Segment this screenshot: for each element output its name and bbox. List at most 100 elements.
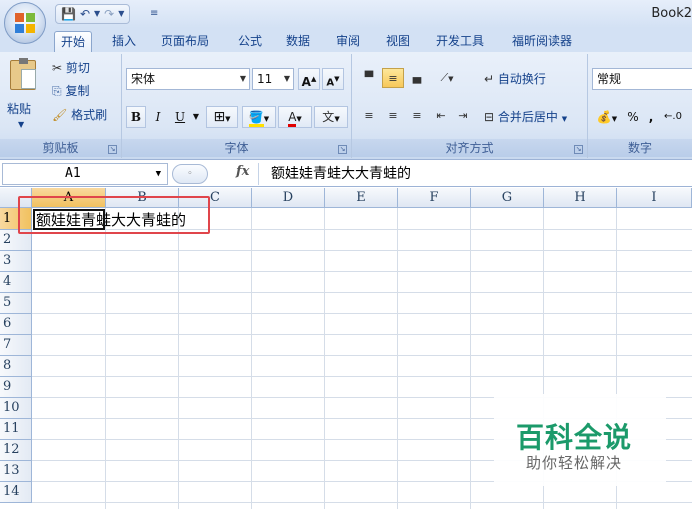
align-bottom-icon[interactable]: ▄	[406, 68, 428, 88]
scissors-icon: ✂	[52, 61, 63, 75]
save-icon[interactable]: 💾	[61, 5, 76, 23]
row-header-11[interactable]: 11	[0, 419, 32, 440]
row-header-4[interactable]: 4	[0, 272, 32, 293]
tab-view[interactable]: 视图	[380, 31, 416, 52]
phonetic-button[interactable]: 文▼	[314, 106, 348, 128]
chevron-down-icon[interactable]: ▼	[156, 164, 161, 184]
tab-review[interactable]: 审阅	[330, 31, 366, 52]
office-button[interactable]	[4, 2, 46, 44]
borders-button[interactable]: ⊞▼	[206, 106, 238, 128]
comma-style-button[interactable]: ,	[644, 106, 658, 128]
bold-button[interactable]: B	[126, 106, 146, 128]
text-orientation-icon[interactable]: ⟋▼	[432, 68, 462, 88]
tab-insert[interactable]: 插入	[106, 31, 142, 52]
customize-toolbar-icon[interactable]: ≡	[150, 5, 158, 23]
dialog-launcher-icon[interactable]: ↘	[338, 145, 347, 154]
dialog-launcher-icon[interactable]: ↘	[108, 145, 117, 154]
font-color-button[interactable]: A▼	[278, 106, 312, 128]
tab-page-layout[interactable]: 页面布局	[155, 31, 215, 52]
paste-button[interactable]: 粘贴 ▼	[6, 58, 42, 129]
chevron-down-icon[interactable]: ▼	[190, 106, 202, 128]
tab-home[interactable]: 开始	[54, 31, 93, 52]
decrease-indent-icon[interactable]: ⇤	[430, 106, 452, 126]
row-header-6[interactable]: 6	[0, 314, 32, 335]
column-header-h[interactable]: H	[544, 188, 617, 208]
row-header-9[interactable]: 9	[0, 377, 32, 398]
fill-color-button[interactable]: 🪣▼	[242, 106, 276, 128]
row-header-12[interactable]: 12	[0, 440, 32, 461]
format-painter-label: 格式刷	[71, 108, 108, 122]
align-left-icon[interactable]: ≡	[358, 106, 380, 126]
brush-icon: 🖌	[52, 108, 68, 122]
column-header-d[interactable]: D	[252, 188, 325, 208]
watermark-title: 百科全说	[516, 421, 633, 454]
merge-center-button[interactable]: ⊟ 合并后居中 ▼	[484, 108, 567, 128]
undo-icon[interactable]: ↶	[80, 5, 90, 23]
gridline	[32, 250, 692, 251]
gridline	[105, 208, 106, 509]
number-format-select[interactable]: 常规	[592, 68, 692, 90]
increase-decimal-icon[interactable]: ←.0	[662, 106, 684, 128]
percent-style-button[interactable]: %	[624, 106, 642, 128]
font-name-select[interactable]: 宋体 ▼	[126, 68, 250, 90]
accounting-format-button[interactable]: 💰▼	[592, 106, 622, 128]
redo-icon[interactable]: ↷	[104, 5, 114, 23]
row-header-8[interactable]: 8	[0, 356, 32, 377]
row-header-5[interactable]: 5	[0, 293, 32, 314]
clipboard-group-label: 剪贴板	[0, 139, 121, 157]
align-center-icon[interactable]: ≡	[382, 106, 404, 126]
gridline	[32, 502, 692, 503]
format-painter-button[interactable]: 🖌 格式刷	[52, 106, 107, 124]
office-logo-icon	[15, 13, 36, 34]
tab-developer[interactable]: 开发工具	[430, 31, 490, 52]
font-group-label: 字体	[122, 139, 351, 157]
currency-icon: 💰	[596, 110, 612, 124]
column-header-g[interactable]: G	[471, 188, 544, 208]
row-header-13[interactable]: 13	[0, 461, 32, 482]
dropdown-arrow-icon[interactable]: ▼	[94, 5, 100, 23]
row-header-3[interactable]: 3	[0, 251, 32, 272]
increase-indent-icon[interactable]: ⇥	[452, 106, 474, 126]
insert-function-icon[interactable]: fx	[236, 164, 249, 179]
column-header-i[interactable]: I	[617, 188, 692, 208]
row-header-10[interactable]: 10	[0, 398, 32, 419]
watermark: 百科全说 助你轻松解决	[494, 394, 666, 486]
dialog-launcher-icon[interactable]: ↘	[574, 145, 583, 154]
number-group-label: 数字	[588, 139, 692, 157]
name-box[interactable]: A1 ▼	[2, 163, 168, 185]
formula-input[interactable]: 额娃娃青蛙大大青蛙的	[258, 163, 692, 185]
cut-button[interactable]: ✂ 剪切	[52, 59, 90, 77]
copy-button[interactable]: ⎘ 复制	[52, 82, 89, 100]
shrink-font-button[interactable]: A▼	[322, 68, 344, 90]
italic-button[interactable]: I	[148, 106, 168, 128]
row-header-14[interactable]: 14	[0, 482, 32, 503]
wrap-text-button[interactable]: ↵ 自动换行	[484, 70, 546, 88]
quick-access-toolbar: 💾 ↶ ▼ ↷ ▼	[55, 4, 131, 24]
align-right-icon[interactable]: ≡	[406, 106, 428, 126]
dropdown-arrow-icon[interactable]: ▼	[118, 5, 124, 23]
clipboard-group: 粘贴 ▼ ✂ 剪切 ⎘ 复制 🖌 格式刷 剪贴板 ↘	[0, 54, 122, 158]
merge-center-label: 合并后居中	[497, 110, 558, 124]
wrap-text-label: 自动换行	[497, 72, 546, 86]
tab-foxit-reader[interactable]: 福昕阅读器	[506, 31, 578, 52]
gridline	[470, 208, 471, 509]
font-size-select[interactable]: 11 ▼	[252, 68, 294, 90]
window-title: Book2	[651, 6, 692, 21]
tab-data[interactable]: 数据	[280, 31, 316, 52]
column-header-f[interactable]: F	[398, 188, 471, 208]
paint-bucket-icon: 🪣	[248, 110, 264, 127]
underline-button[interactable]: U	[170, 106, 190, 128]
row-header-7[interactable]: 7	[0, 335, 32, 356]
chevron-down-icon: ▼	[18, 120, 25, 129]
ribbon-tabs: 开始 插入 页面布局 公式 数据 审阅 视图 开发工具 福昕阅读器	[0, 28, 692, 52]
gridline	[251, 208, 252, 509]
align-top-icon[interactable]: ▀	[358, 68, 380, 88]
border-grid-icon: ⊞	[213, 109, 226, 125]
formula-bar-resize-handle[interactable]: ◦	[172, 164, 208, 184]
grow-font-button[interactable]: A▲	[298, 68, 320, 90]
column-header-e[interactable]: E	[325, 188, 398, 208]
gridline	[397, 208, 398, 509]
tab-formulas[interactable]: 公式	[232, 31, 268, 52]
align-middle-icon[interactable]: ≡	[382, 68, 404, 88]
cut-label: 剪切	[65, 61, 90, 75]
